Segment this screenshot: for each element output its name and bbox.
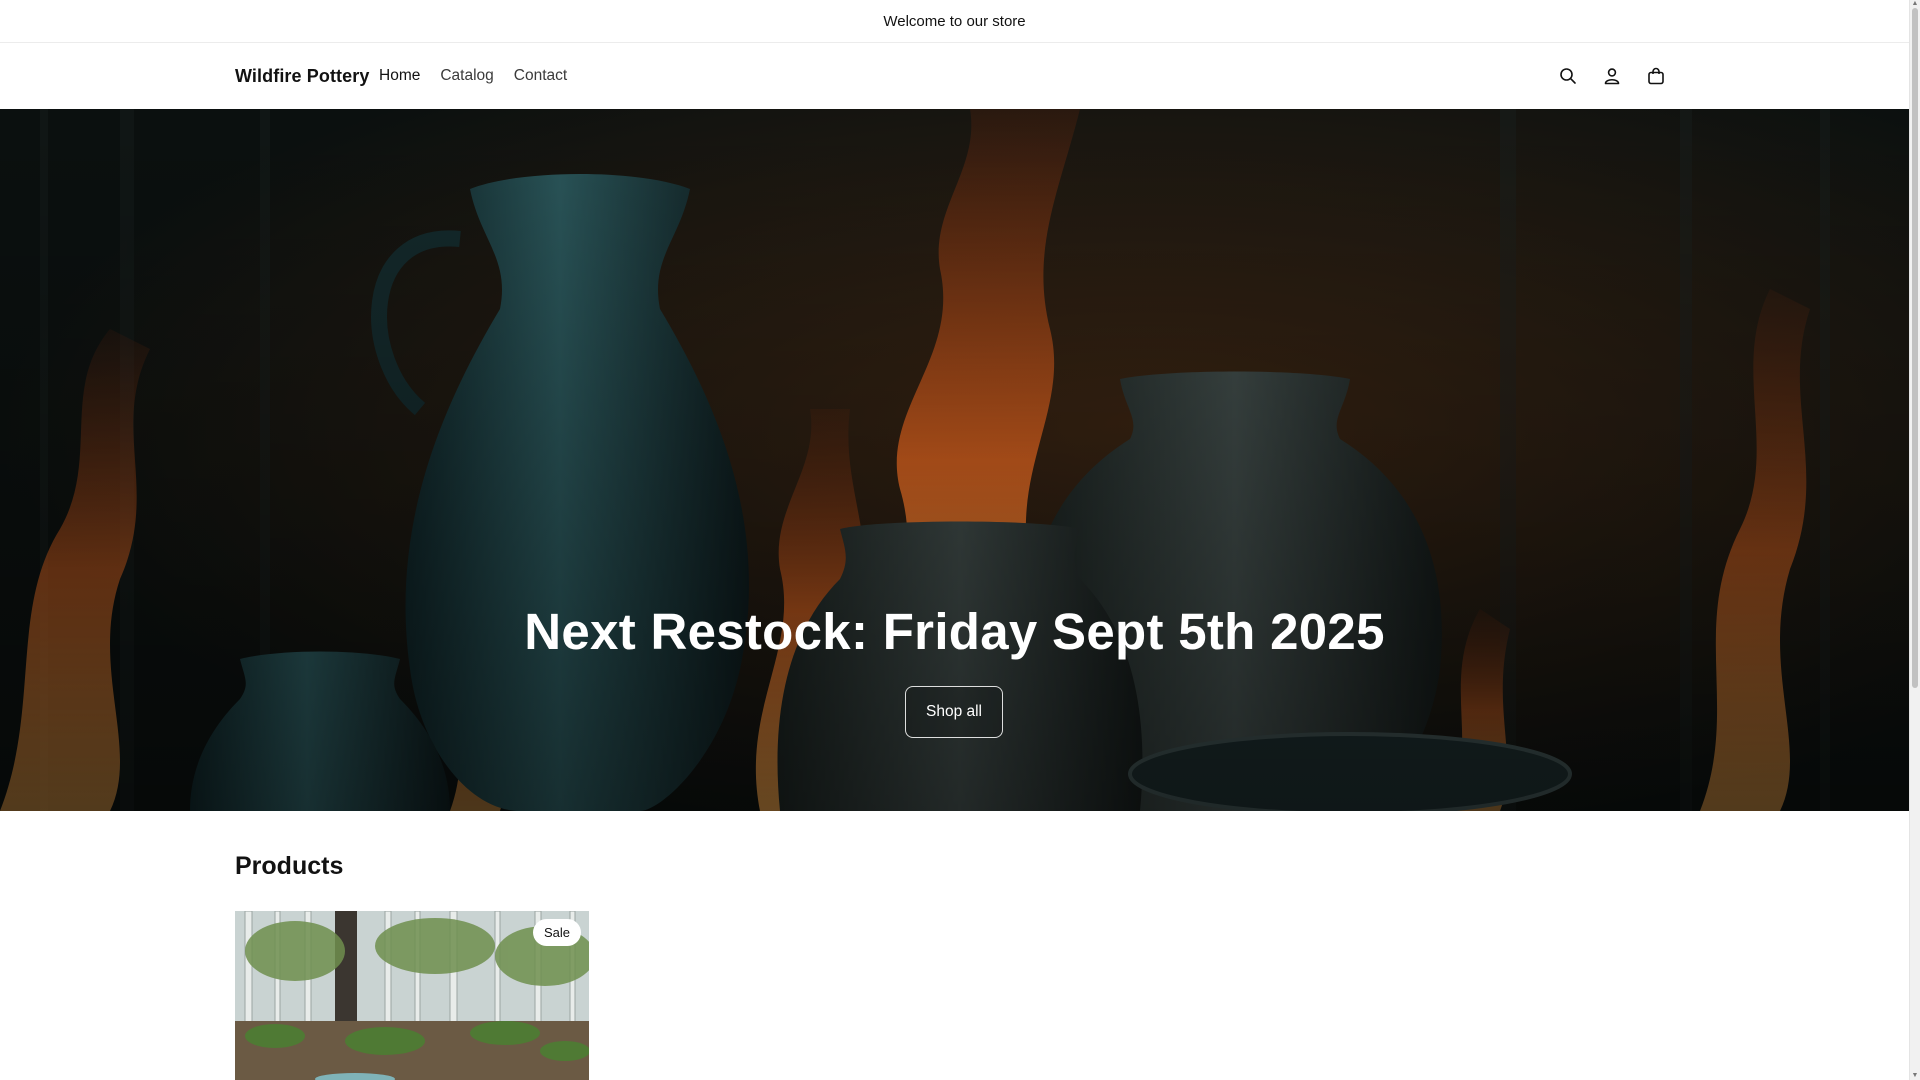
search-icon[interactable]	[1546, 54, 1590, 98]
scroll-up-icon[interactable]: ▲	[1911, 0, 1919, 8]
shop-all-button[interactable]: Shop all	[905, 686, 1003, 738]
hero-banner: Next Restock: Friday Sept 5th 2025 Shop …	[0, 109, 1909, 811]
scroll-thumb[interactable]	[1912, 8, 1918, 688]
account-icon[interactable]	[1590, 54, 1634, 98]
nav-home[interactable]: Home	[369, 67, 430, 85]
page-scrollbar[interactable]: ▲ ▼	[1909, 0, 1920, 1080]
product-card[interactable]: Sale	[235, 911, 589, 1080]
products-heading: Products	[235, 852, 344, 880]
main-nav: Home Catalog Contact	[369, 43, 577, 109]
scroll-down-icon[interactable]: ▼	[1911, 1072, 1919, 1080]
nav-contact[interactable]: Contact	[504, 67, 577, 85]
sale-badge: Sale	[532, 919, 581, 946]
announcement-bar: Welcome to our store	[0, 0, 1909, 43]
header-icons	[1546, 43, 1678, 109]
hero-title: Next Restock: Friday Sept 5th 2025	[524, 603, 1385, 660]
store-logo[interactable]: Wildfire Pottery	[235, 43, 369, 109]
site-header: Wildfire Pottery Home Catalog Contact	[0, 43, 1909, 109]
nav-catalog[interactable]: Catalog	[430, 67, 503, 85]
announcement-text: Welcome to our store	[883, 12, 1026, 30]
cart-icon[interactable]	[1634, 54, 1678, 98]
